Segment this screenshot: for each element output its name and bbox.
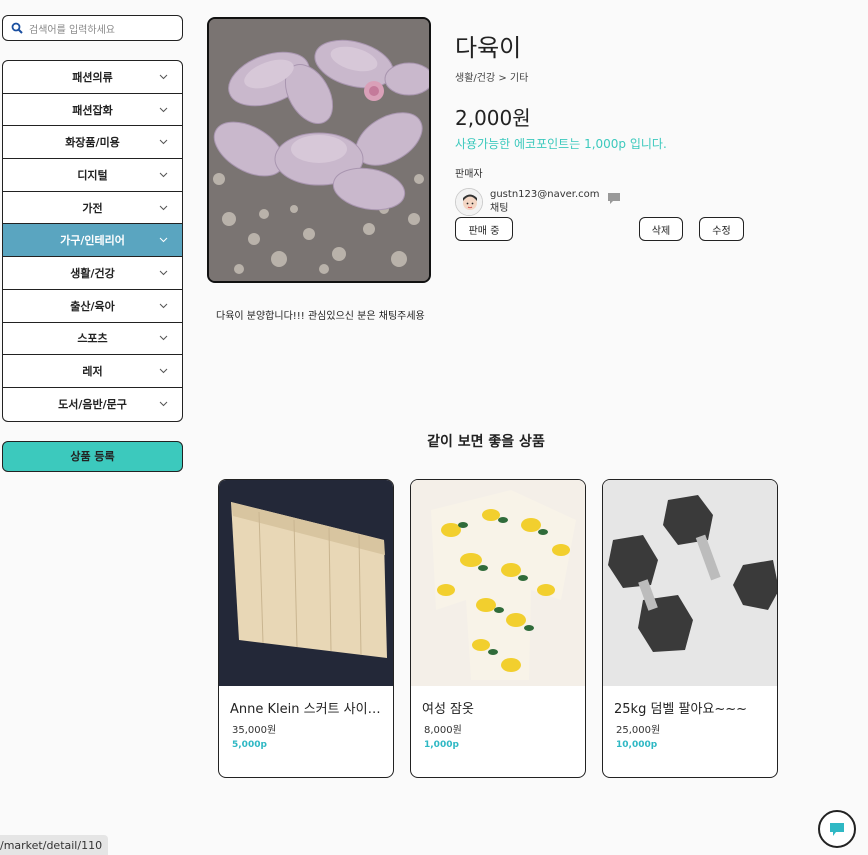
eco-point-text: 사용가능한 에코포인트는 1,000p 입니다.	[455, 137, 667, 151]
search-placeholder: 검색어를 입력하세요	[29, 24, 115, 36]
category-item[interactable]: 스포츠	[3, 323, 182, 356]
category-item[interactable]: 가전	[3, 192, 182, 225]
category-item[interactable]: 패션잡화	[3, 94, 182, 127]
avatar[interactable]	[455, 188, 483, 216]
category-label: 생활/건강	[70, 266, 115, 280]
seller-email: gustn123@naver.com	[490, 189, 600, 200]
product-card[interactable]: Anne Klein 스커트 사이즈 4 35,000원 5,000p	[218, 479, 394, 778]
sidebar: 검색어를 입력하세요 패션의류 패션잡화 화장품/미용 디지털 가전 가구/인테…	[2, 15, 183, 472]
product-card-point: 10,000p	[616, 740, 658, 750]
product-card-title: 여성 잠옷	[422, 702, 474, 717]
chat-icon[interactable]	[607, 192, 621, 205]
seller-text: gustn123@naver.com 채팅	[490, 188, 600, 216]
product-card-image	[411, 480, 585, 686]
chat-link[interactable]: 채팅	[490, 202, 600, 216]
category-label: 가전	[82, 201, 103, 215]
edit-button[interactable]: 수정	[699, 217, 744, 241]
status-url: /market/detail/110	[0, 835, 109, 855]
search-input[interactable]: 검색어를 입력하세요	[2, 15, 183, 41]
category-label: 디지털	[77, 168, 108, 182]
delete-button[interactable]: 삭제	[639, 217, 683, 241]
action-buttons: 판매 중 삭제 수정	[455, 217, 755, 241]
product-card[interactable]: 여성 잠옷 8,000원 1,000p	[410, 479, 586, 778]
product-card-image	[219, 480, 393, 686]
category-item[interactable]: 출산/육아	[3, 290, 182, 323]
category-label: 도서/음반/문구	[58, 398, 127, 412]
chevron-down-icon	[159, 270, 168, 276]
product-card-price: 25,000원	[616, 725, 661, 736]
chevron-down-icon	[159, 303, 168, 308]
chevron-down-icon	[159, 74, 168, 80]
product-card-point: 1,000p	[424, 740, 459, 750]
category-label: 패션잡화	[72, 103, 113, 117]
chevron-down-icon	[159, 237, 168, 243]
recommend-title: 같이 보면 좋을 상품	[427, 434, 545, 450]
chevron-down-icon	[159, 368, 168, 374]
product-info: 다육이 생활/건강 > 기타 2,000원 사용가능한 에코포인트는 1,000…	[455, 28, 755, 218]
category-item[interactable]: 레저	[3, 355, 182, 388]
chevron-down-icon	[159, 172, 168, 178]
category-label: 화장품/미용	[65, 136, 120, 150]
breadcrumb: 생활/건강 > 기타	[455, 73, 529, 84]
product-description: 다육이 분양합니다!!! 관심있으신 분은 채팅주세용	[216, 311, 425, 322]
product-title: 다육이	[455, 34, 522, 62]
chevron-down-icon	[159, 401, 168, 407]
product-card[interactable]: 25kg 덤벨 팔아요~~~ 25,000원 10,000p	[602, 479, 778, 778]
category-item[interactable]: 디지털	[3, 159, 182, 192]
product-card-title: 25kg 덤벨 팔아요~~~	[614, 702, 748, 717]
product-price: 2,000원	[455, 106, 531, 130]
product-card-point: 5,000p	[232, 740, 267, 750]
category-item-active[interactable]: 가구/인테리어	[3, 224, 182, 258]
product-card-image	[603, 480, 777, 686]
product-image	[207, 17, 431, 283]
chevron-down-icon	[159, 205, 168, 210]
category-label: 레저	[82, 365, 103, 379]
product-card-title: Anne Klein 스커트 사이즈 4	[230, 702, 382, 717]
category-item[interactable]: 생활/건강	[3, 257, 182, 290]
chat-floating-button[interactable]	[818, 810, 856, 848]
chevron-down-icon	[159, 335, 168, 341]
category-item[interactable]: 패션의류	[3, 61, 182, 94]
seller-info: gustn123@naver.com 채팅	[455, 186, 755, 218]
sale-status-button[interactable]: 판매 중	[455, 217, 513, 241]
chevron-down-icon	[159, 107, 168, 112]
category-item[interactable]: 화장품/미용	[3, 126, 182, 160]
seller-label: 판매자	[455, 169, 483, 180]
category-label: 가구/인테리어	[60, 234, 125, 248]
category-label: 패션의류	[72, 70, 113, 84]
category-label: 스포츠	[77, 332, 108, 346]
search-icon	[11, 22, 23, 34]
chat-icon	[830, 822, 844, 836]
product-card-price: 35,000원	[232, 725, 277, 736]
chevron-down-icon	[159, 139, 168, 145]
category-list: 패션의류 패션잡화 화장품/미용 디지털 가전 가구/인테리어 생활/건강 출산…	[2, 60, 183, 422]
product-card-price: 8,000원	[424, 725, 462, 736]
category-item[interactable]: 도서/음반/문구	[3, 388, 182, 421]
category-label: 출산/육아	[70, 299, 115, 313]
